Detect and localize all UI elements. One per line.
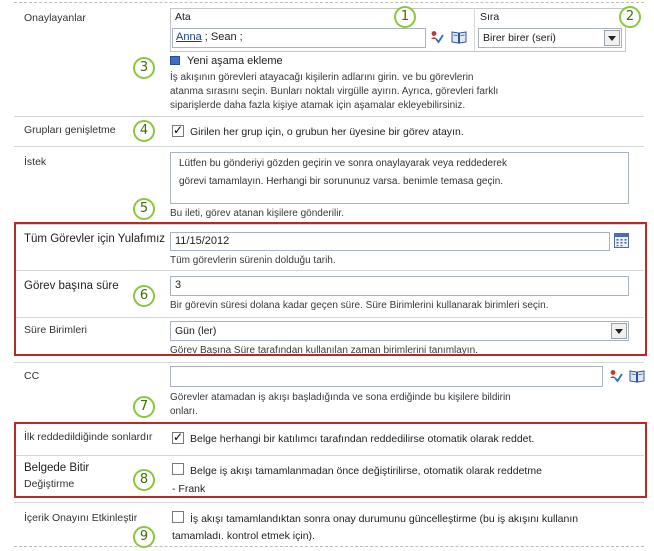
callout-8: 8	[133, 469, 155, 491]
chevron-down-icon[interactable]	[604, 30, 620, 46]
group-expand-checkbox[interactable]	[172, 123, 184, 137]
check-names-icon[interactable]	[430, 30, 444, 44]
callout-1: 1	[394, 6, 416, 28]
approvers-label: Onaylayanlar	[24, 12, 86, 24]
approvers-description-3: siparişlerde daha fazla kişiye atamak iç…	[170, 100, 466, 111]
order-select[interactable]: Birer birer (seri)	[478, 28, 622, 48]
content-approval-text-2: tamamladı. kontrol etmek için).	[172, 530, 315, 542]
group-expand-text: Girilen her grup için, o grubun her üyes…	[190, 126, 464, 138]
callout-7: 7	[133, 396, 155, 418]
order-column-header: Sıra	[480, 11, 500, 23]
address-book-icon[interactable]	[629, 369, 645, 383]
approver-names-text: ; Sean ;	[201, 31, 243, 43]
approvers-people-picker[interactable]: Anna ; Sean ;	[172, 28, 426, 48]
highlight-box-end-conditions	[14, 422, 647, 498]
request-text-line-1: Lütfen bu gönderiyi gözden geçirin ve so…	[179, 158, 507, 169]
callout-3: 3	[133, 57, 155, 79]
request-textarea[interactable]: Lütfen bu gönderiyi gözden geçirin ve so…	[170, 152, 629, 204]
order-select-value: Birer birer (seri)	[483, 32, 556, 44]
callout-2: 2	[619, 6, 641, 28]
cc-people-picker[interactable]	[170, 366, 603, 387]
group-expand-label: Grupları genişletme	[24, 124, 116, 136]
cc-label: CC	[24, 370, 40, 382]
resolved-name-anna[interactable]: Anna	[176, 31, 202, 43]
request-description: Bu ileti, görev atanan kişilere gönderil…	[170, 208, 344, 219]
bottom-border	[14, 546, 644, 547]
cc-description-1: Görevler atamadan iş akışı başladığında …	[170, 392, 511, 403]
request-text-line-2: görevi tamamlayın. Herhangi bir sorununu…	[179, 176, 504, 187]
check-names-icon[interactable]	[609, 369, 623, 383]
content-approval-label: İçerik Onayını Etkinleştir	[24, 512, 138, 524]
content-approval-text-1: İş akışı tamamlandıktan sonra onay durum…	[190, 513, 579, 525]
approvers-description-1: İş akışının görevleri atayacağı kişileri…	[170, 72, 474, 83]
callout-4: 4	[133, 120, 155, 142]
cc-description-2: onları.	[170, 406, 198, 417]
top-border	[14, 2, 644, 3]
assign-column-header: Ata	[175, 11, 191, 23]
add-stage-icon[interactable]	[170, 56, 180, 65]
request-label: İstek	[24, 156, 47, 168]
callout-9: 9	[133, 526, 155, 548]
highlight-box-dates	[14, 222, 647, 356]
content-approval-checkbox[interactable]	[172, 511, 184, 523]
add-stage-link[interactable]: Yeni aşama ekleme	[187, 55, 283, 67]
callout-6: 6	[133, 285, 155, 307]
address-book-icon[interactable]	[451, 30, 467, 44]
callout-5: 5	[133, 198, 155, 220]
approvers-description-2: atanma sırasını seçin. Bunları noktalı v…	[170, 86, 499, 97]
